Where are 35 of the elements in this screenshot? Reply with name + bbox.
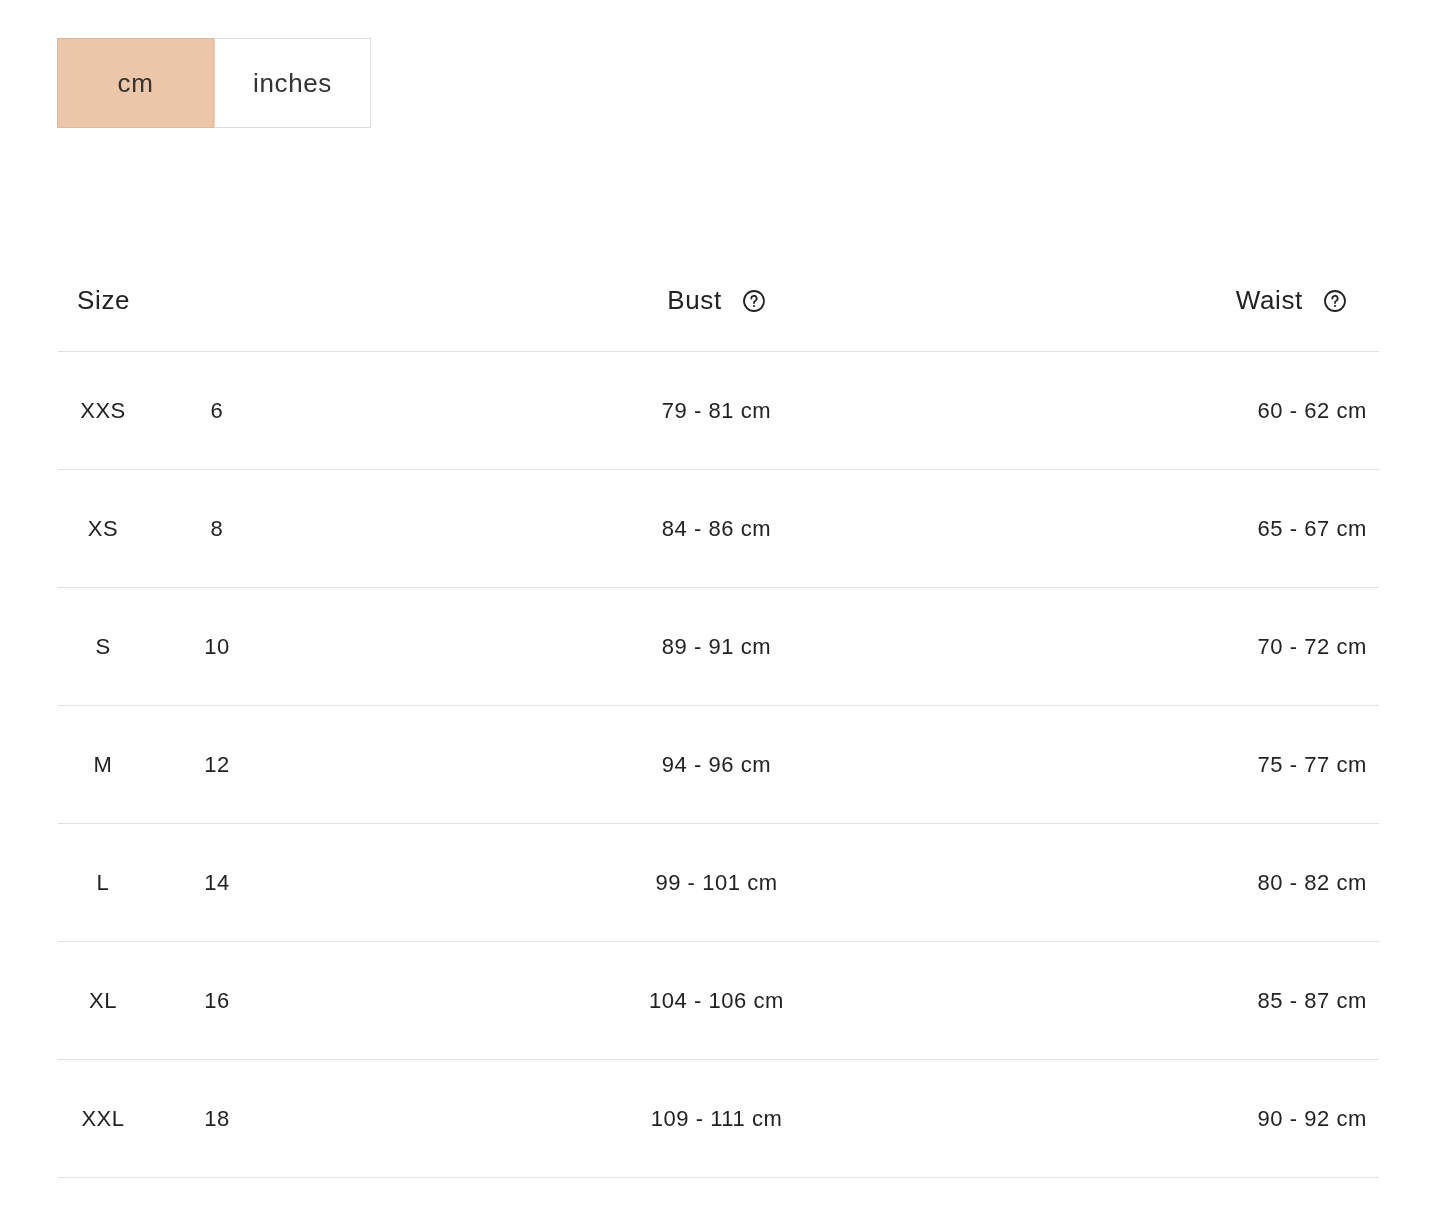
size-label: S: [95, 634, 111, 659]
size-number: 6: [210, 398, 224, 423]
waist-measurement: 85 - 87 cm: [1257, 988, 1367, 1013]
column-header: Bust: [667, 284, 722, 317]
waist-measurement: 65 - 67 cm: [1257, 516, 1367, 541]
size-label: XXS: [80, 398, 126, 423]
bust-measurement: 84 - 86 cm: [661, 516, 772, 541]
size-label: L: [96, 870, 110, 895]
size-label: XL: [89, 988, 117, 1013]
unit-tab[interactable]: cm: [57, 38, 214, 128]
size-number: 10: [204, 634, 230, 659]
waist-measurement: 90 - 92 cm: [1257, 1106, 1367, 1131]
size-number: 12: [204, 752, 230, 777]
size-label: XXL: [81, 1106, 125, 1131]
help-icon[interactable]: [1323, 288, 1347, 313]
waist-measurement: 75 - 77 cm: [1257, 752, 1367, 777]
unit-tab[interactable]: inches: [214, 38, 371, 128]
help-icon[interactable]: [741, 288, 766, 313]
bust-measurement: 89 - 91 cm: [661, 634, 772, 659]
size-number: 8: [210, 516, 224, 541]
waist-measurement: 70 - 72 cm: [1257, 634, 1367, 659]
size-number: 14: [204, 870, 230, 895]
waist-measurement: 60 - 62 cm: [1257, 398, 1367, 423]
bust-measurement: 109 - 111 cm: [650, 1106, 783, 1131]
column-header: Waist: [1235, 284, 1303, 317]
size-label: XS: [87, 516, 119, 541]
size-number: 16: [204, 988, 230, 1013]
size-label: M: [93, 752, 113, 777]
bust-measurement: 99 - 101 cm: [655, 870, 778, 895]
bust-measurement: 104 - 106 cm: [649, 988, 784, 1013]
column-header: Size: [77, 284, 131, 317]
bust-measurement: 94 - 96 cm: [661, 752, 772, 777]
bust-measurement: 79 - 81 cm: [661, 398, 772, 423]
waist-measurement: 80 - 82 cm: [1257, 870, 1367, 895]
size-number: 18: [204, 1106, 230, 1131]
